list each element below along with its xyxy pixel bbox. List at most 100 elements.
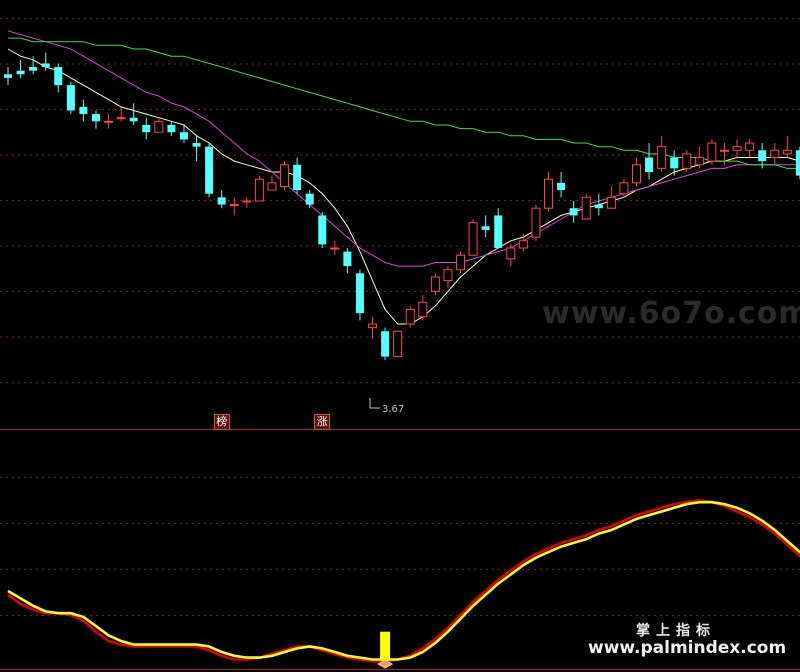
candle xyxy=(280,161,290,191)
candle xyxy=(581,193,591,220)
candle-body-down xyxy=(594,204,603,209)
candle xyxy=(707,139,717,165)
oscillator-grid-layer xyxy=(0,477,800,616)
candle-body-down xyxy=(16,70,25,75)
candle-body-down xyxy=(670,157,679,169)
watermark-chinese: 掌上指标 xyxy=(636,623,716,639)
candle-body-up xyxy=(657,146,667,169)
candle-body-up xyxy=(116,117,126,120)
candle xyxy=(456,251,466,274)
candle-body-down xyxy=(41,63,50,68)
candle-body-down xyxy=(192,143,201,147)
candle-body-up xyxy=(719,149,729,152)
candle xyxy=(167,121,176,136)
candle-body-up xyxy=(506,247,516,260)
candle-body-up xyxy=(443,269,453,282)
candle-body-up xyxy=(254,178,264,202)
candle-body-up xyxy=(393,330,403,358)
rank-badge: 榜 xyxy=(213,414,230,430)
candle xyxy=(368,316,378,339)
candle xyxy=(254,175,264,202)
signal-bar xyxy=(380,631,391,660)
candle xyxy=(229,197,239,216)
moving-average-line-2 xyxy=(7,30,800,267)
candle xyxy=(192,135,201,162)
candle-body-down xyxy=(481,226,490,230)
candle xyxy=(782,135,792,158)
annotation-layer: 3.67 xyxy=(369,398,404,415)
candle-body-down xyxy=(4,74,12,78)
candle xyxy=(544,172,554,212)
limit-up-badge: 涨 xyxy=(314,414,331,430)
candle-body-up xyxy=(468,222,478,256)
candle-body-down xyxy=(29,67,38,71)
candle xyxy=(154,117,164,133)
candle xyxy=(205,143,214,198)
candle-body-up xyxy=(242,200,252,203)
candle-body-up xyxy=(745,142,755,151)
candle-body-up xyxy=(518,240,528,249)
candle-body-down xyxy=(557,182,566,191)
candle-body-down xyxy=(142,124,151,133)
candle xyxy=(305,190,314,209)
candle-body-up xyxy=(330,247,340,250)
candle xyxy=(645,143,654,180)
candle-body-up xyxy=(267,182,277,191)
candle xyxy=(632,157,641,187)
candle-body-down xyxy=(54,67,63,86)
candle-body-up xyxy=(694,157,704,166)
candle xyxy=(405,305,415,328)
candle-body-down xyxy=(569,208,578,216)
candle-body-up xyxy=(606,196,616,209)
candle xyxy=(330,240,340,256)
candle xyxy=(657,135,667,172)
stock-chart: 3.67 xyxy=(0,18,800,670)
candle-body-down xyxy=(129,117,138,122)
candle xyxy=(267,175,277,191)
candle-body-up xyxy=(405,309,415,325)
candle-body-down xyxy=(179,132,188,140)
candle-body-down xyxy=(205,146,214,194)
candle xyxy=(293,157,302,194)
candle xyxy=(682,150,692,172)
candle-body-down xyxy=(795,150,800,176)
candle-body-up xyxy=(456,254,466,271)
candle-body-down xyxy=(355,273,364,314)
candle xyxy=(129,103,138,125)
candle-body-up xyxy=(581,196,591,220)
candle-body-down xyxy=(645,157,654,172)
candle xyxy=(745,139,755,158)
moving-average-line-1 xyxy=(7,48,800,325)
candle-body-up xyxy=(154,120,164,133)
candle xyxy=(418,295,428,321)
candle xyxy=(606,186,616,209)
candle-body-down xyxy=(758,150,767,162)
candle-body-up xyxy=(104,120,114,123)
candle-body-down xyxy=(305,193,314,205)
candle xyxy=(318,211,327,248)
candle xyxy=(4,67,12,86)
candle-body-up xyxy=(418,301,428,318)
candle-body-down xyxy=(381,331,390,357)
candle-body-up xyxy=(682,153,692,169)
candle-body-down xyxy=(293,164,302,191)
candle-body-up xyxy=(632,164,641,184)
candle-body-down xyxy=(91,114,100,122)
candle-body-down xyxy=(66,85,75,111)
candle xyxy=(343,248,352,274)
candle xyxy=(481,215,490,238)
candle xyxy=(770,143,780,165)
candle xyxy=(443,266,453,288)
candle-body-down xyxy=(318,215,327,245)
candle-body-up xyxy=(531,207,541,238)
candle-body-up xyxy=(229,204,239,207)
candle-body-up xyxy=(619,182,629,195)
candle-body-down xyxy=(79,106,88,115)
candle xyxy=(506,244,516,267)
candle xyxy=(557,172,566,198)
candle xyxy=(355,269,364,321)
candle xyxy=(142,117,151,140)
low-annotation-label: 3.67 xyxy=(382,404,404,415)
candle-body-up xyxy=(430,276,440,292)
candle-body-down xyxy=(167,124,176,133)
